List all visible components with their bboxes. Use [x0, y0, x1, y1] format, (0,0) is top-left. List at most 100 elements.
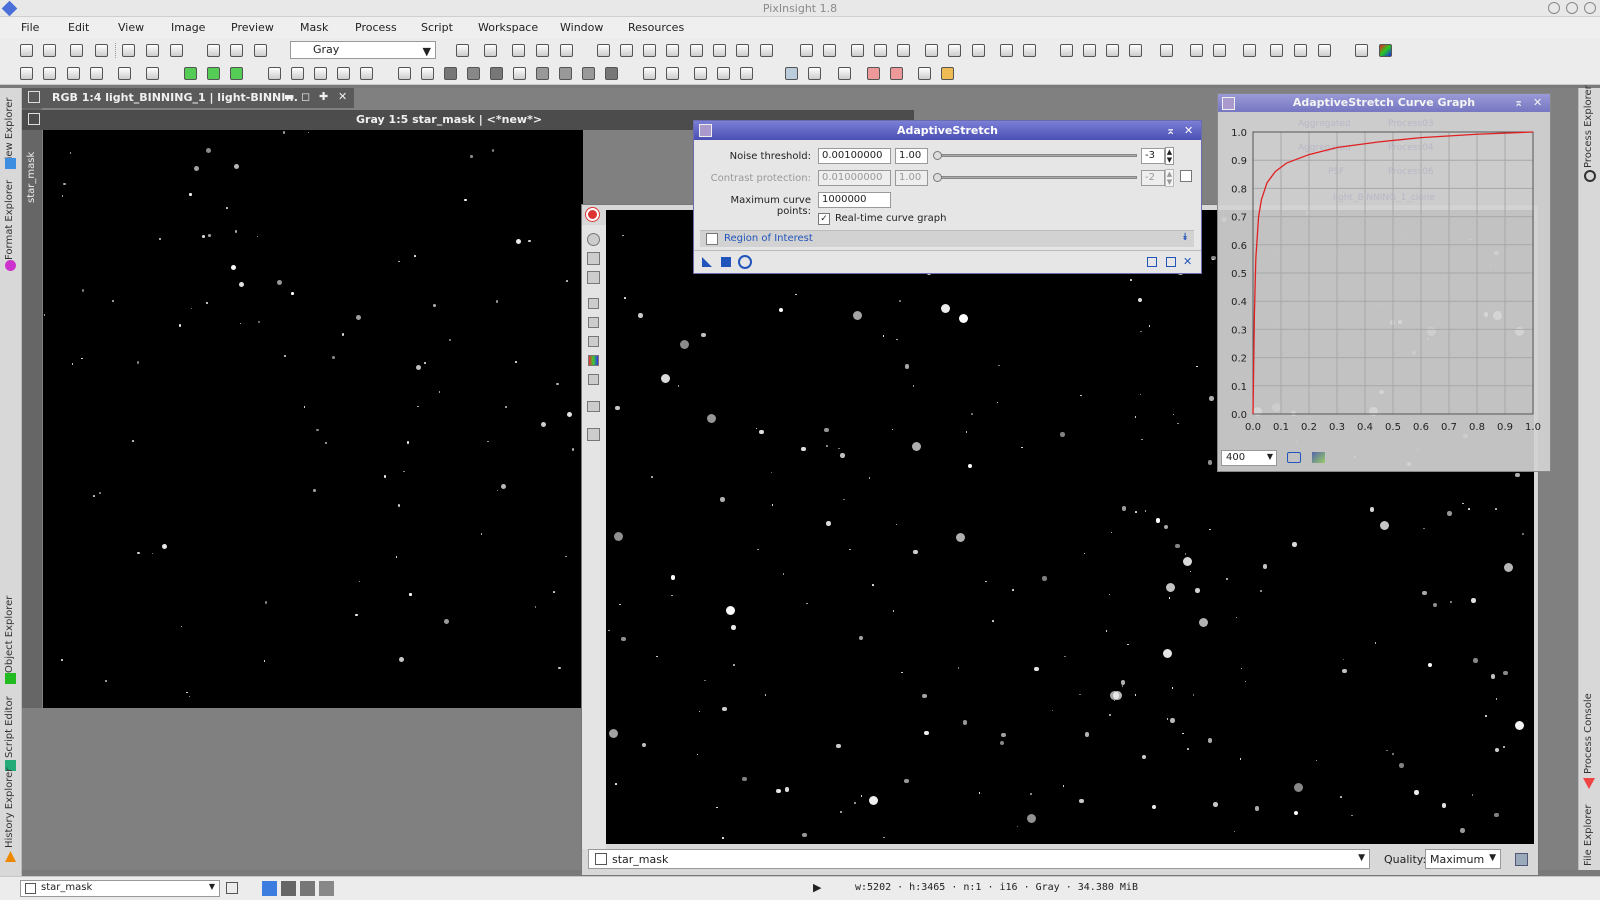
toolbar-icon[interactable]	[314, 67, 327, 80]
expand-icon[interactable]: ⯯	[1182, 232, 1188, 243]
redo-icon[interactable]	[43, 44, 56, 57]
menu-window[interactable]: Window	[560, 21, 603, 34]
menu-edit[interactable]: Edit	[68, 21, 89, 34]
toolbar-icon[interactable]	[67, 67, 80, 80]
toolbar-icon[interactable]	[587, 252, 600, 265]
close-icon[interactable]	[1584, 2, 1596, 14]
menu-script[interactable]: Script	[421, 21, 453, 34]
display-mode-icon[interactable]	[281, 881, 296, 896]
display-mode-icon[interactable]	[262, 881, 277, 896]
contrast-protection-slider[interactable]	[934, 176, 1137, 179]
tab-process-console[interactable]: Process Console	[1583, 693, 1594, 774]
monitor-icon[interactable]	[785, 67, 798, 80]
close-icon[interactable]: ✕	[1184, 121, 1193, 140]
toolbar-icon[interactable]	[690, 44, 703, 57]
toolbar-icon[interactable]	[1270, 44, 1283, 57]
toolbar-icon[interactable]	[588, 298, 599, 309]
toolbar-icon[interactable]	[118, 67, 131, 80]
image-icon[interactable]	[1312, 452, 1325, 463]
toolbar-icon[interactable]	[146, 44, 159, 57]
roi-section[interactable]: Region of Interest ⯯	[700, 230, 1194, 247]
new-instance-icon[interactable]	[702, 257, 712, 267]
toolbar-icon[interactable]	[1129, 44, 1142, 57]
track-view-icon[interactable]	[1166, 257, 1176, 267]
tab-file-explorer[interactable]: File Explorer	[1583, 800, 1594, 866]
adaptive-stretch-titlebar[interactable]: AdaptiveStretch ⌅ ✕	[694, 121, 1201, 140]
contrast-protection-field[interactable]: 0.01000000	[818, 170, 891, 186]
play-icon[interactable]: ▶	[813, 881, 821, 894]
tab-view-explorer[interactable]: View Explorer	[4, 94, 15, 166]
zoom-icon[interactable]	[874, 44, 887, 57]
toolbar-icon[interactable]	[337, 67, 350, 80]
zoom-in-icon[interactable]	[800, 44, 813, 57]
max-curve-points-field[interactable]: 1000000	[818, 192, 891, 208]
tab-format-explorer[interactable]: Format Explorer	[4, 180, 15, 260]
toolbar-icon[interactable]	[1190, 44, 1203, 57]
toolbar-icon[interactable]	[184, 67, 197, 80]
toolbar-icon[interactable]	[1083, 44, 1096, 57]
camera-icon[interactable]	[1287, 452, 1301, 463]
record-icon[interactable]	[586, 208, 599, 221]
noise-exponent-field[interactable]: -3	[1141, 148, 1165, 164]
menu-preview[interactable]: Preview	[231, 21, 274, 34]
toolbar-icon[interactable]	[808, 67, 821, 80]
toolbar-icon[interactable]	[559, 67, 572, 80]
toolbar-icon[interactable]	[1106, 44, 1119, 57]
noise-threshold-field[interactable]: 0.00100000	[818, 148, 891, 164]
rgb-icon[interactable]	[588, 355, 599, 366]
noise-threshold-slider[interactable]	[934, 154, 1137, 157]
spinner-icon[interactable]: ▲ ▼	[1165, 147, 1174, 165]
menu-file[interactable]: File	[21, 21, 39, 34]
toolbar-icon[interactable]	[620, 44, 633, 57]
quality-combo[interactable]: Maximum ▼	[1425, 849, 1501, 869]
reset-icon[interactable]: ✕	[1183, 255, 1192, 268]
tab-process-explorer[interactable]: Process Explorer	[1583, 85, 1594, 168]
menu-image[interactable]: Image	[171, 21, 205, 34]
gray-image-canvas[interactable]	[43, 130, 583, 708]
toolbar-icon[interactable]	[1294, 44, 1307, 57]
toolbar-icon[interactable]	[925, 44, 938, 57]
pin-icon[interactable]: ✚	[319, 88, 328, 106]
contrast-enable-checkbox[interactable]	[1180, 170, 1192, 182]
toolbar-icon[interactable]	[490, 67, 503, 80]
toolbar-icon[interactable]	[1515, 853, 1528, 866]
shade-icon[interactable]: ⌅	[1514, 94, 1523, 112]
toolbar-icon[interactable]	[207, 44, 220, 57]
apply-icon[interactable]	[738, 255, 752, 269]
minimize-icon[interactable]	[1548, 2, 1560, 14]
toolbar-icon[interactable]	[444, 67, 457, 80]
toolbar-icon[interactable]	[1318, 44, 1331, 57]
noise-mantissa-field[interactable]: 1.00	[895, 148, 928, 164]
zoom-icon[interactable]	[897, 44, 910, 57]
toolbar-icon[interactable]	[838, 67, 851, 80]
toolbar-icon[interactable]	[643, 67, 656, 80]
toolbar-icon[interactable]	[512, 44, 525, 57]
realtime-curve-checkbox[interactable]: ✓	[818, 213, 830, 225]
apply-global-icon[interactable]	[721, 257, 731, 267]
browse-doc-icon[interactable]	[1147, 257, 1157, 267]
zoom-icon[interactable]	[851, 44, 864, 57]
toolbar-icon[interactable]	[360, 67, 373, 80]
toolbar-icon[interactable]	[736, 44, 749, 57]
toolbar-icon[interactable]	[95, 44, 108, 57]
toolbar-icon[interactable]	[918, 67, 931, 80]
contrast-mantissa-field[interactable]: 1.00	[895, 170, 928, 186]
toolbar-icon[interactable]	[513, 67, 526, 80]
tab-history-explorer[interactable]: History Explorer	[4, 768, 15, 848]
toolbar-icon[interactable]	[587, 428, 600, 441]
toolbar-icon[interactable]	[760, 44, 773, 57]
toolbar-icon[interactable]	[597, 44, 610, 57]
shade-icon[interactable]: ▬	[284, 88, 294, 106]
toolbar-icon[interactable]	[1243, 44, 1256, 57]
slider-knob[interactable]	[933, 173, 942, 182]
toolbar-icon[interactable]	[867, 67, 880, 80]
undo-icon[interactable]	[20, 44, 33, 57]
toolbar-icon[interactable]	[90, 67, 103, 80]
color-icon[interactable]	[1379, 44, 1392, 57]
toolbar-icon[interactable]	[1160, 44, 1173, 57]
status-view-combo[interactable]: star_mask ▼	[20, 880, 220, 897]
toolbar-icon[interactable]	[588, 336, 599, 347]
tab-script-editor[interactable]: Script Editor	[4, 688, 15, 758]
toolbar-icon[interactable]	[207, 67, 220, 80]
toolbar-icon[interactable]	[588, 317, 599, 328]
